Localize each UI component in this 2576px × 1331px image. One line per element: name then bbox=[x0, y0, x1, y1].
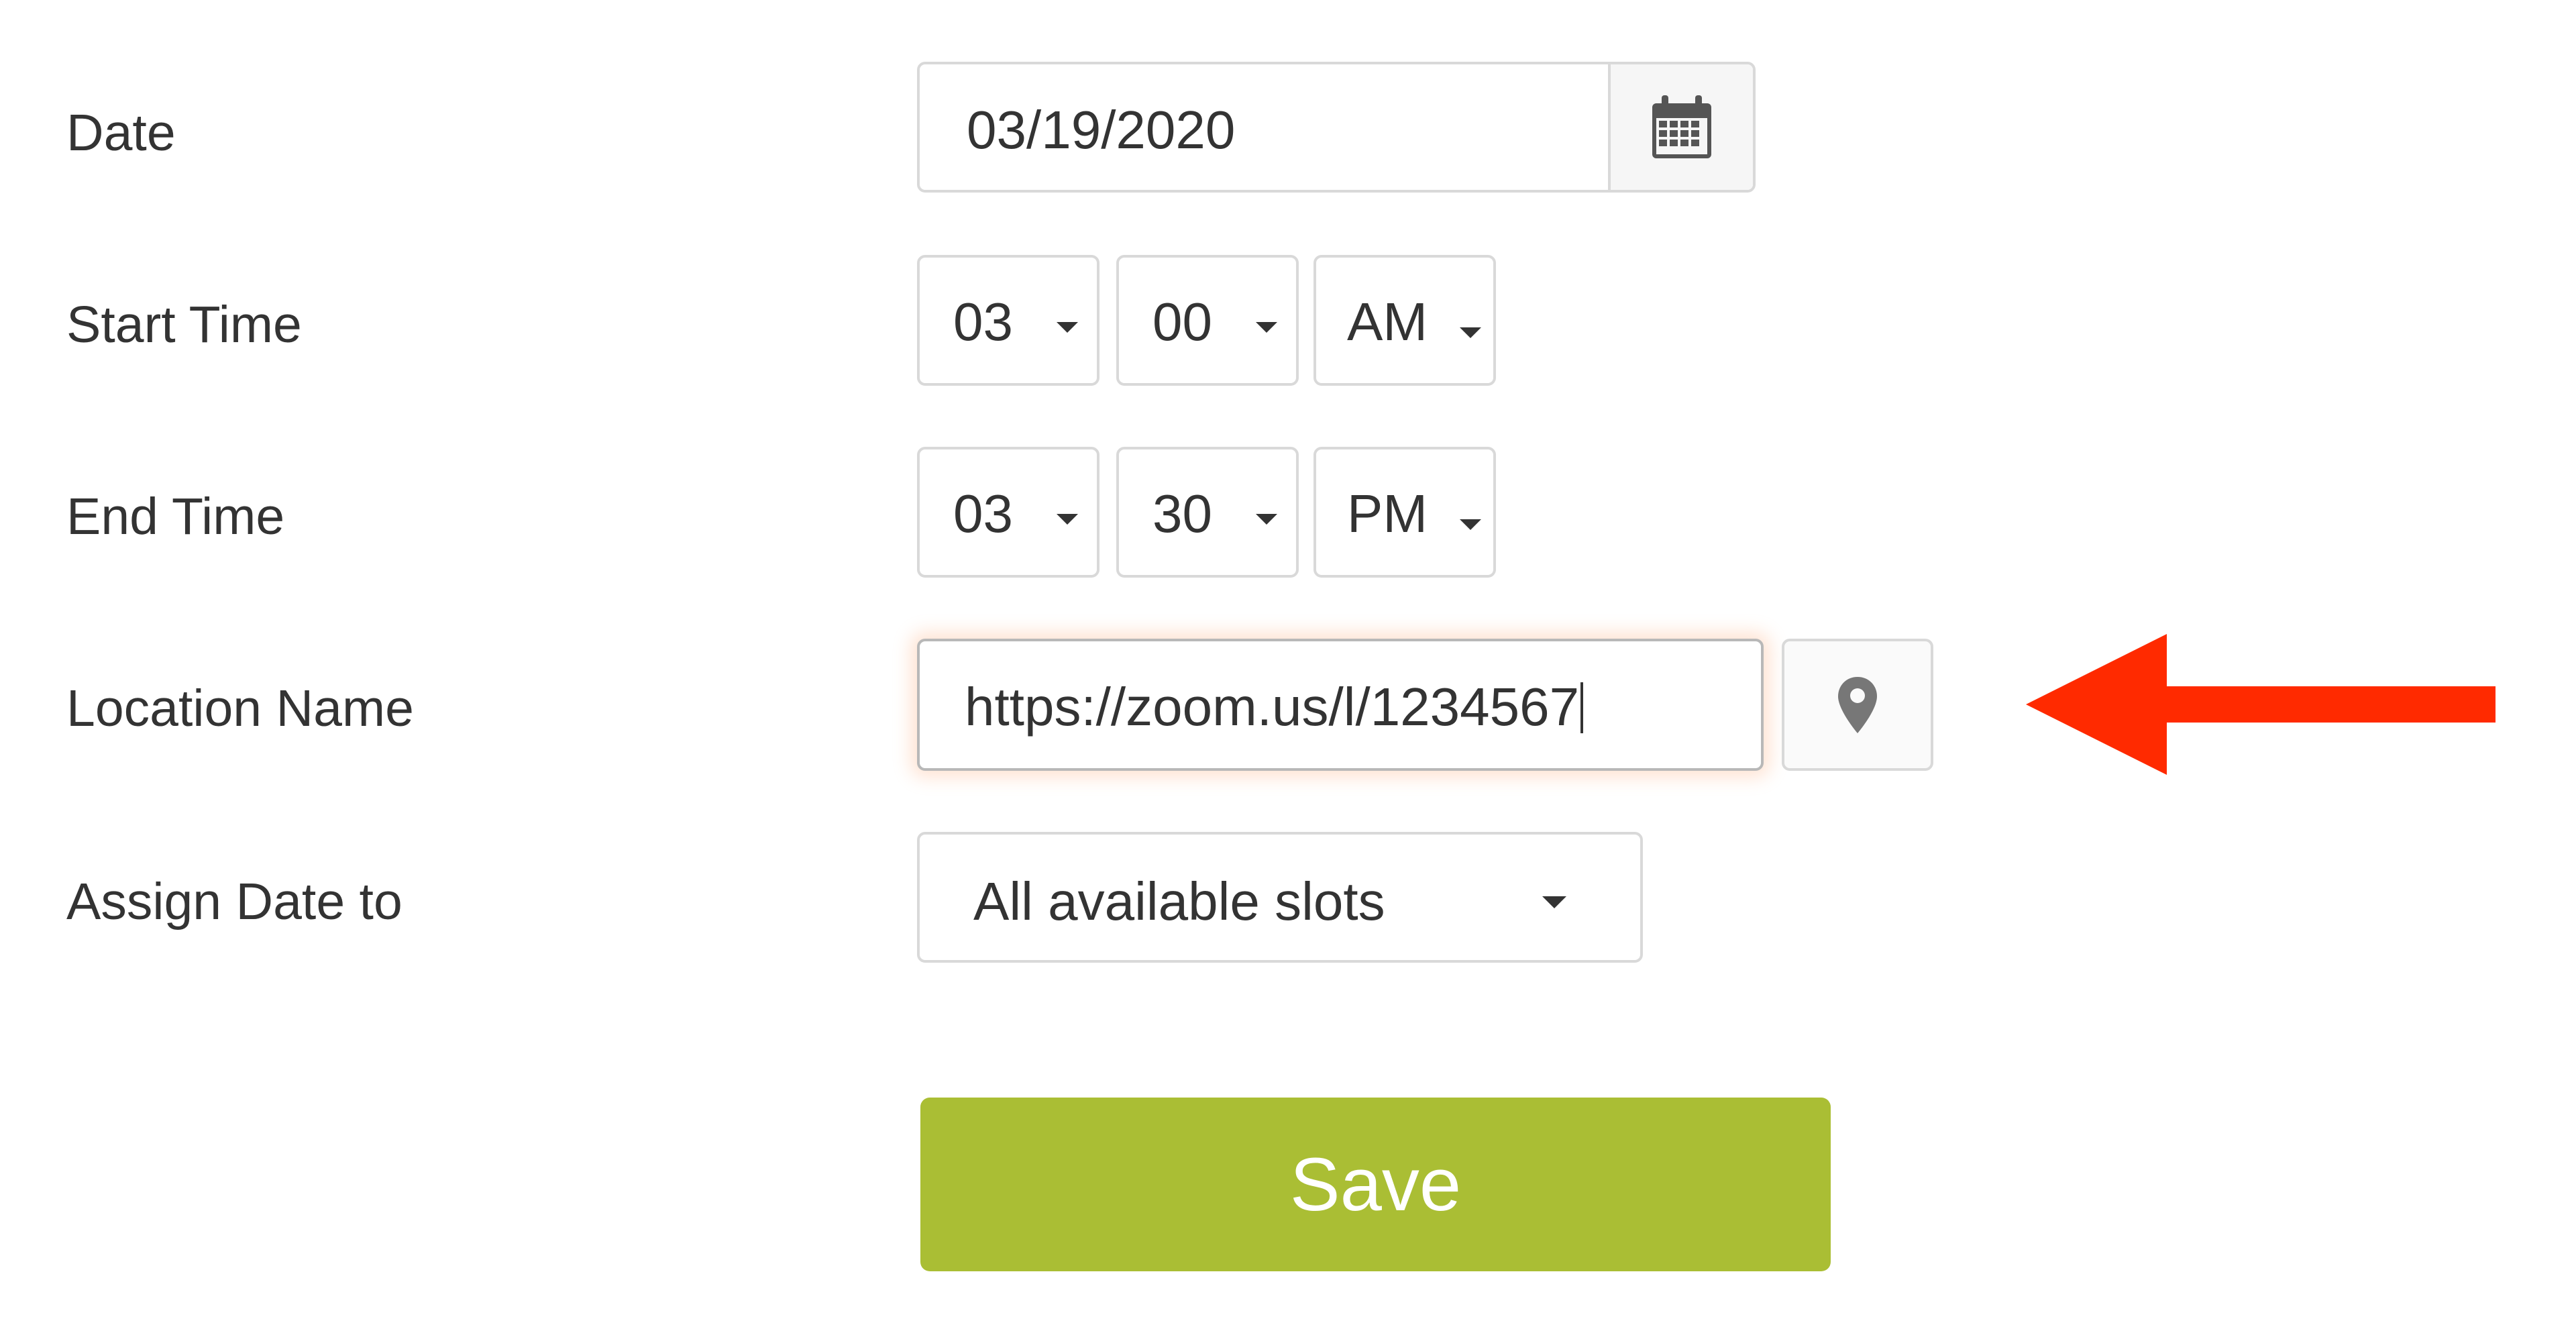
chevron-down-icon bbox=[1057, 514, 1078, 525]
chevron-down-icon bbox=[1542, 896, 1566, 908]
event-date-form: Date 03/19/2020 Start Time 03 00 AM End … bbox=[0, 0, 2576, 1331]
save-button[interactable]: Save bbox=[920, 1098, 1831, 1271]
start-time-label: Start Time bbox=[66, 296, 302, 354]
chevron-down-icon bbox=[1460, 327, 1481, 338]
chevron-down-icon bbox=[1460, 519, 1481, 530]
assign-date-value: All available slots bbox=[973, 871, 1385, 931]
date-value: 03/19/2020 bbox=[967, 100, 1236, 160]
end-hour-value: 03 bbox=[953, 484, 1013, 543]
text-cursor bbox=[1580, 682, 1584, 733]
start-ampm-select[interactable]: AM bbox=[1313, 255, 1496, 386]
end-ampm-value: PM bbox=[1347, 484, 1428, 543]
chevron-down-icon bbox=[1256, 514, 1277, 525]
start-ampm-value: AM bbox=[1347, 292, 1428, 352]
date-input[interactable]: 03/19/2020 bbox=[917, 62, 1756, 193]
end-minute-select[interactable]: 30 bbox=[1116, 447, 1299, 578]
start-minute-value: 00 bbox=[1152, 292, 1212, 352]
date-label: Date bbox=[66, 104, 176, 162]
start-hour-select[interactable]: 03 bbox=[917, 255, 1099, 386]
map-pin-button[interactable] bbox=[1782, 639, 1933, 771]
chevron-down-icon bbox=[1256, 322, 1277, 333]
assign-date-label: Assign Date to bbox=[66, 873, 402, 930]
map-pin-icon bbox=[1838, 676, 1877, 733]
calendar-button[interactable] bbox=[1608, 64, 1753, 190]
assign-date-select[interactable]: All available slots bbox=[917, 832, 1643, 963]
end-time-label: End Time bbox=[66, 488, 285, 545]
end-hour-select[interactable]: 03 bbox=[917, 447, 1099, 578]
calendar-icon bbox=[1652, 95, 1711, 158]
start-hour-value: 03 bbox=[953, 292, 1013, 352]
end-ampm-select[interactable]: PM bbox=[1313, 447, 1496, 578]
chevron-down-icon bbox=[1057, 322, 1078, 333]
location-name-value: https://zoom.us/l/1234567 bbox=[965, 680, 1584, 734]
location-name-input[interactable]: https://zoom.us/l/1234567 bbox=[917, 639, 1764, 771]
start-minute-select[interactable]: 00 bbox=[1116, 255, 1299, 386]
location-name-label: Location Name bbox=[66, 680, 414, 737]
left-arrow-icon bbox=[2026, 634, 2496, 775]
end-minute-value: 30 bbox=[1152, 484, 1212, 543]
